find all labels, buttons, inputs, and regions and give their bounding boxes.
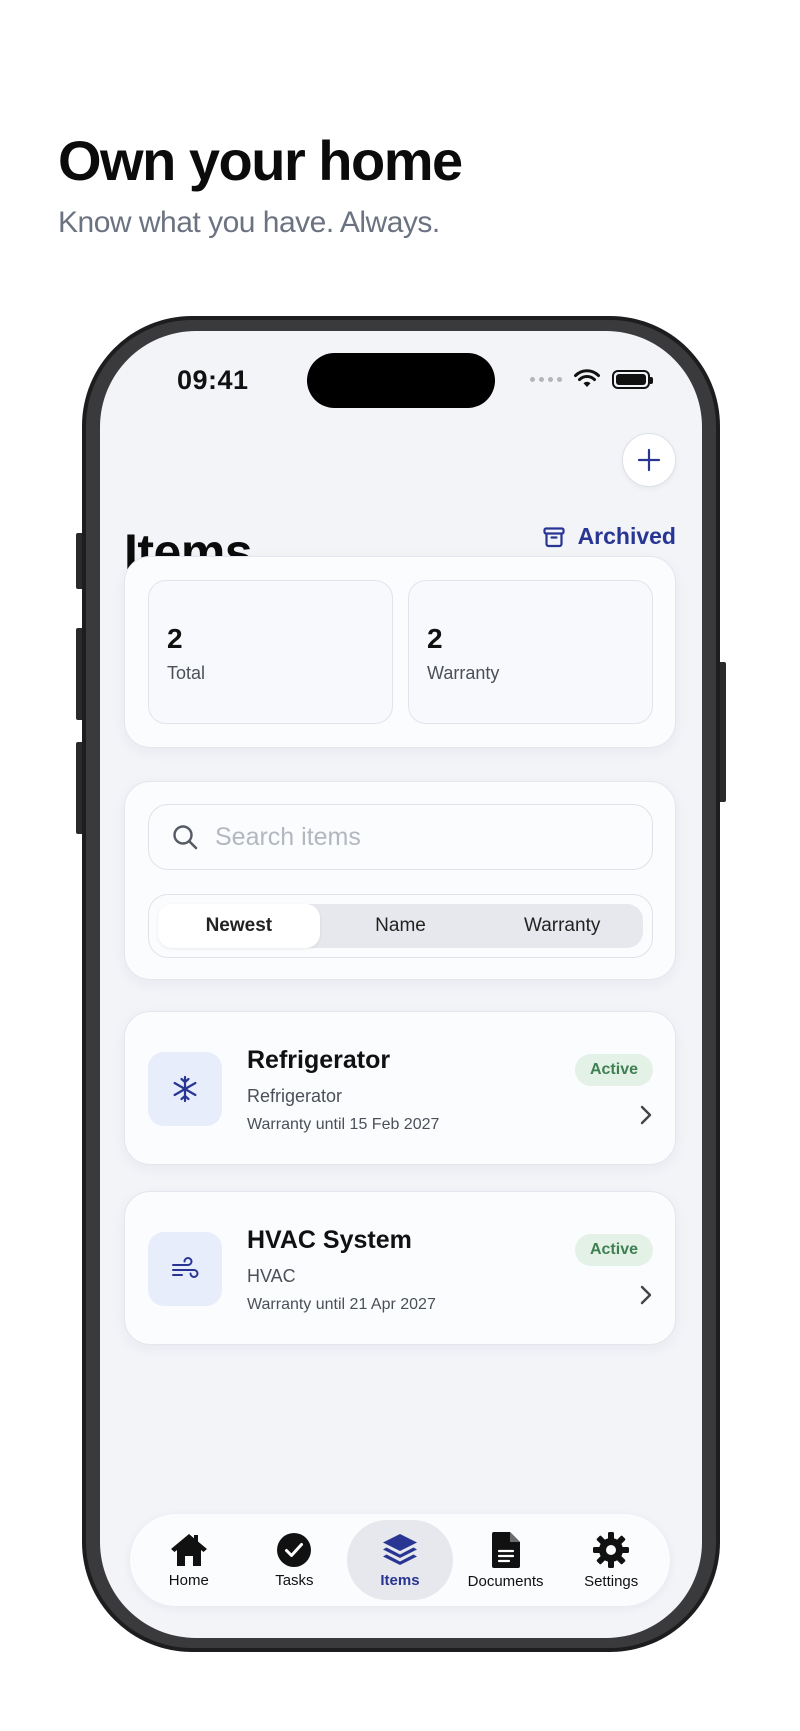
filter-card: Search items Newest Name Warranty bbox=[124, 781, 676, 980]
item-warranty: Warranty until 21 Apr 2027 bbox=[247, 1296, 436, 1313]
stack-icon bbox=[382, 1533, 417, 1565]
tab-tasks[interactable]: Tasks bbox=[242, 1520, 348, 1600]
archive-box-icon bbox=[542, 526, 565, 547]
item-category: HVAC bbox=[247, 1266, 296, 1286]
stat-total: 2 Total bbox=[148, 580, 393, 724]
status-badge: Active bbox=[574, 1234, 653, 1266]
tab-home[interactable]: Home bbox=[136, 1520, 242, 1600]
tab-settings[interactable]: Settings bbox=[558, 1520, 664, 1600]
search-placeholder: Search items bbox=[215, 822, 361, 851]
archived-label: Archived bbox=[577, 523, 676, 549]
stats-card: 2 Total 2 Warranty bbox=[124, 556, 676, 748]
item-name: Refrigerator bbox=[247, 1046, 391, 1074]
stat-warranty: 2 Warranty bbox=[408, 580, 653, 724]
item-name: HVAC System bbox=[247, 1226, 412, 1254]
stat-warranty-value: 2 bbox=[427, 623, 443, 654]
tab-label: Tasks bbox=[275, 1571, 314, 1589]
archived-button[interactable]: Archived bbox=[542, 523, 676, 550]
signal-icon bbox=[530, 376, 562, 382]
tab-items[interactable]: Items bbox=[347, 1520, 453, 1600]
wind-icon bbox=[172, 1257, 199, 1278]
snowflake-icon bbox=[173, 1075, 197, 1103]
status-icons bbox=[530, 369, 653, 389]
search-input[interactable]: Search items bbox=[148, 804, 653, 870]
tab-label: Items bbox=[380, 1571, 420, 1589]
tab-label: Documents bbox=[467, 1572, 544, 1590]
status-badge: Active bbox=[574, 1054, 653, 1086]
tab-label: Home bbox=[168, 1571, 209, 1589]
sort-control: Newest Name Warranty bbox=[148, 894, 653, 958]
sort-warranty[interactable]: Warranty bbox=[481, 904, 643, 948]
plus-icon bbox=[637, 448, 661, 472]
house-icon bbox=[170, 1533, 207, 1566]
item-warranty: Warranty until 15 Feb 2027 bbox=[247, 1116, 440, 1133]
item-icon-container bbox=[148, 1232, 222, 1306]
item-icon-container bbox=[148, 1052, 222, 1126]
sort-name[interactable]: Name bbox=[320, 904, 482, 948]
status-time: 09:41 bbox=[177, 365, 249, 395]
chevron-right-icon bbox=[640, 1285, 652, 1305]
wifi-icon bbox=[574, 369, 600, 387]
checkmark-circle-icon bbox=[277, 1532, 312, 1567]
search-icon bbox=[173, 825, 198, 850]
item-category: Refrigerator bbox=[247, 1086, 343, 1106]
battery-icon bbox=[612, 369, 653, 389]
add-item-button[interactable] bbox=[622, 433, 676, 487]
stat-warranty-label: Warranty bbox=[427, 663, 500, 683]
item-card-refrigerator[interactable]: Refrigerator Refrigerator Warranty until… bbox=[124, 1011, 676, 1165]
item-card-hvac[interactable]: HVAC System HVAC Warranty until 21 Apr 2… bbox=[124, 1191, 676, 1345]
stat-total-value: 2 bbox=[167, 623, 183, 654]
phone-screen: 09:41 Items Archived 2 Total 2 Warranty bbox=[100, 331, 702, 1638]
tab-bar: Home Tasks Items Documents Settings bbox=[130, 1514, 670, 1606]
promo-headline: Own your home bbox=[58, 129, 463, 192]
sort-newest[interactable]: Newest bbox=[158, 904, 320, 948]
gear-icon bbox=[593, 1531, 630, 1568]
tab-documents[interactable]: Documents bbox=[453, 1520, 559, 1600]
tab-label: Settings bbox=[584, 1572, 639, 1590]
stat-total-label: Total bbox=[167, 663, 206, 683]
dynamic-island bbox=[307, 353, 495, 408]
promo-subline: Know what you have. Always. bbox=[58, 206, 440, 239]
chevron-right-icon bbox=[640, 1105, 652, 1125]
document-icon bbox=[491, 1531, 520, 1568]
